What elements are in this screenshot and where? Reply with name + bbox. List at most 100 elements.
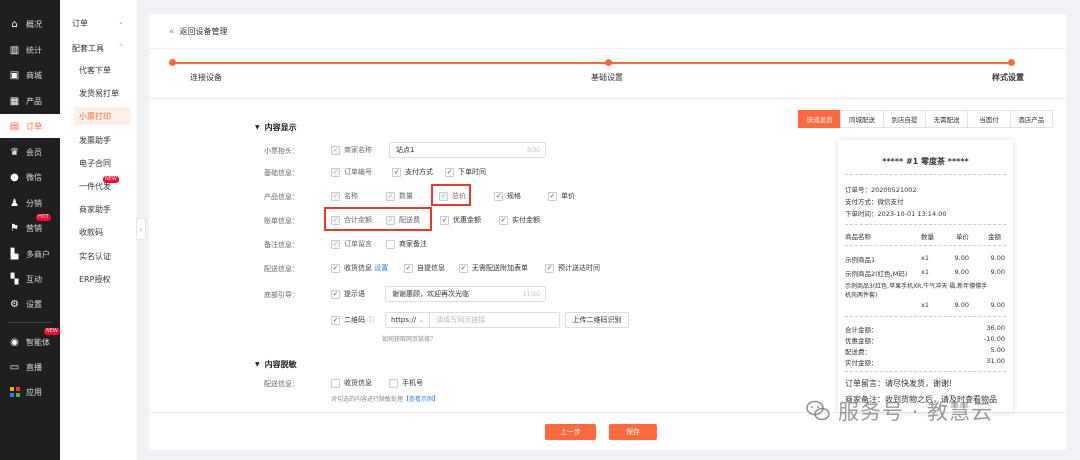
estimated-delivery-checkbox[interactable]: ✓ 预计送达时间 (545, 263, 600, 273)
merchant-name-checkbox[interactable]: ✓ 商家名称 (331, 145, 372, 155)
chevron-down-icon[interactable]: ⌄ (118, 18, 124, 26)
home-icon: ⌂ (11, 18, 18, 30)
howto-link[interactable]: 如何获取网页链接？ (382, 334, 436, 343)
nav-item-interaction[interactable]: ▚ 互动 (0, 267, 60, 291)
unit-price-checkbox[interactable]: ✓ 单价 (548, 191, 575, 201)
nav-item-product[interactable]: ▦ 产品 (0, 89, 60, 113)
subnav-item-erp[interactable]: ERP授权 (74, 270, 130, 288)
qrcode-checkbox[interactable]: ✓ 二维码 ⓘ (331, 315, 374, 325)
order-number-checkbox[interactable]: ✓ 订单编号 (331, 167, 372, 177)
nav-item-order[interactable]: ▤ 订单 (0, 114, 60, 138)
check-icon: ✓ (331, 315, 340, 325)
tv-icon: ▭ (9, 361, 20, 373)
tab-no-delivery[interactable]: 无需配送 (924, 110, 969, 128)
bill-info-label: 账单信息： (264, 217, 299, 225)
ticket-header-input[interactable]: 站点1 3/30 (389, 142, 546, 158)
nav-item-settings[interactable]: ⚙ 设置 (0, 292, 60, 316)
order-message-checkbox[interactable]: ✓ 订单留言 (331, 239, 372, 249)
check-icon: ✓ (331, 215, 340, 225)
total-amount-checkbox[interactable]: ✓ 合计金额 (331, 215, 372, 225)
subnav-item-realname[interactable]: 实名认证 (74, 247, 130, 265)
mask-hint: 对勾选的内容进行脱敏处理【查看示例】 (331, 396, 440, 403)
url-input[interactable]: 请填写网页链接 (430, 315, 485, 325)
subnav-item-invoice[interactable]: 发票助手 (74, 131, 130, 149)
order-icon: ▤ (9, 120, 20, 132)
user-share-icon: ♟ (10, 197, 19, 209)
nav-item-overview[interactable]: ⌂ 概况 (0, 12, 60, 36)
quantity-checkbox[interactable]: ✓ 数量 (386, 191, 413, 201)
prev-step-button[interactable]: 上一步 (545, 424, 596, 440)
checkbox-empty-icon (386, 239, 395, 249)
delivery-fee-checkbox[interactable]: ✓ 配送费 (386, 215, 420, 225)
discount-checkbox[interactable]: ✓ 优惠金额 (440, 215, 481, 225)
tab-face-pay[interactable]: 当面付 (967, 110, 1011, 128)
no-delivery-form-checkbox[interactable]: ✓ 无需配送附加表单 (459, 263, 528, 273)
paid-amount-checkbox[interactable]: ✓ 实付金额 (499, 215, 540, 225)
section-content-mask[interactable]: ▼ 内容脱敏 (255, 359, 297, 370)
delivery-info-label: 配送信息： (264, 265, 299, 273)
collapse-sidebar-button[interactable]: ‹ (136, 218, 146, 240)
tab-express[interactable]: 快递发货 (798, 110, 842, 128)
subnav-group-order[interactable]: 订单 (72, 18, 88, 29)
section-content-display[interactable]: ▼ 内容显示 (255, 122, 297, 133)
row-qty: x1 (921, 268, 929, 276)
payment-method-checkbox[interactable]: ✓ 支付方式 (392, 167, 433, 177)
subnav-item-payment-code[interactable]: 收款码 (74, 223, 130, 241)
save-button[interactable]: 保存 (609, 424, 657, 440)
help-icon[interactable]: ⓘ (367, 315, 374, 325)
pickup-info-checkbox[interactable]: ✓ 自提信息 (404, 263, 445, 273)
receiver-info-checkbox[interactable]: ✓ 收货信息 设置 (331, 263, 388, 273)
delivery-settings-link[interactable]: 设置 (374, 263, 388, 273)
check-icon: ✓ (386, 191, 395, 201)
prompt-checkbox[interactable]: ✓ 提示语 (331, 289, 365, 299)
nav-item-multi-merchant[interactable]: ▙ 多商户 (0, 242, 60, 266)
nav-item-stats[interactable]: ▥ 统计 (0, 38, 60, 62)
subnav-item-dropship[interactable]: 一件代发 (74, 177, 130, 195)
nav-item-marketing[interactable]: ⚑ 营销 (0, 216, 60, 240)
nav-item-wechat[interactable]: ● 微信 (0, 165, 60, 189)
tab-pickup[interactable]: 到店自提 (882, 110, 926, 128)
protocol-select[interactable]: https:// ⌄ (386, 313, 431, 327)
paid-label: 实付金额： (845, 359, 878, 367)
nav-item-live[interactable]: ▭ 直播 (0, 355, 60, 379)
check-icon: ✓ (331, 239, 340, 249)
subnav-item-proxy-order[interactable]: 代客下单 (74, 61, 130, 79)
nav-item-distribution[interactable]: ♟ 分销 (0, 191, 60, 215)
row-amount: 9.00 (990, 268, 1005, 276)
mask-receiver-checkbox[interactable]: 收货信息 (331, 378, 372, 388)
caret-down-icon: ▼ (255, 361, 260, 368)
subnav-item-shipping-print[interactable]: 发货易打单 (74, 84, 130, 102)
receipt-paper: ***** #1 零度茶 ***** 订单号：20200521002 支付方式：… (838, 140, 1013, 412)
nav-item-apps[interactable]: 应用 (0, 380, 60, 404)
qrcode-url-group: https:// ⌄ 请填写网页链接 (385, 312, 560, 328)
discount-label: 优惠金额： (845, 337, 878, 345)
check-icon: ✓ (331, 289, 340, 299)
subnav-item-contract[interactable]: 电子合同 (74, 154, 130, 172)
product-name-checkbox[interactable]: ✓ 名称 (331, 191, 358, 201)
wechat-watermark-icon (806, 400, 830, 421)
check-icon: ✓ (459, 263, 468, 273)
shop-icon: ▣ (9, 69, 20, 81)
tab-same-city[interactable]: 同城配送 (840, 110, 884, 128)
flag-icon: ⚑ (10, 222, 19, 234)
mask-phone-checkbox[interactable]: 手机号 (389, 378, 423, 388)
subnav-item-ticket-print[interactable]: 小票打印 (74, 107, 130, 125)
prompt-input[interactable]: 谢谢惠顾，欢迎再次光临 11/20 (385, 286, 546, 302)
receipt-order-time: 下单时间：2023-10-01 13:14:00 (845, 210, 947, 218)
nav-item-mall[interactable]: ▣ 商城 (0, 63, 60, 87)
chevron-up-icon[interactable]: ⌃ (118, 43, 124, 51)
nav-item-member[interactable]: ♛ 会员 (0, 140, 60, 164)
back-link[interactable]: «返回设备管理 (169, 26, 228, 37)
subnav-group-tools[interactable]: 配套工具 (72, 43, 104, 54)
preview-tabs: 快递发货 同城配送 到店自提 无需配送 当面付 酒店产品 (798, 110, 1053, 128)
check-icon: ✓ (548, 191, 557, 201)
view-example-link[interactable]: 【查看示例】 (403, 396, 439, 403)
order-time-checkbox[interactable]: ✓ 下单时间 (445, 167, 486, 177)
merchant-note-checkbox[interactable]: 商家备注 (386, 239, 427, 249)
tab-hotel[interactable]: 酒店产品 (1009, 110, 1053, 128)
spec-checkbox[interactable]: ✓ 规格 (494, 191, 521, 201)
upload-qrcode-button[interactable]: 上传二维码识别 (565, 312, 629, 328)
receipt-divider (845, 224, 1006, 225)
store-icon: ▙ (10, 248, 19, 260)
subnav-item-merchant-helper[interactable]: 商家助手 (74, 200, 130, 218)
